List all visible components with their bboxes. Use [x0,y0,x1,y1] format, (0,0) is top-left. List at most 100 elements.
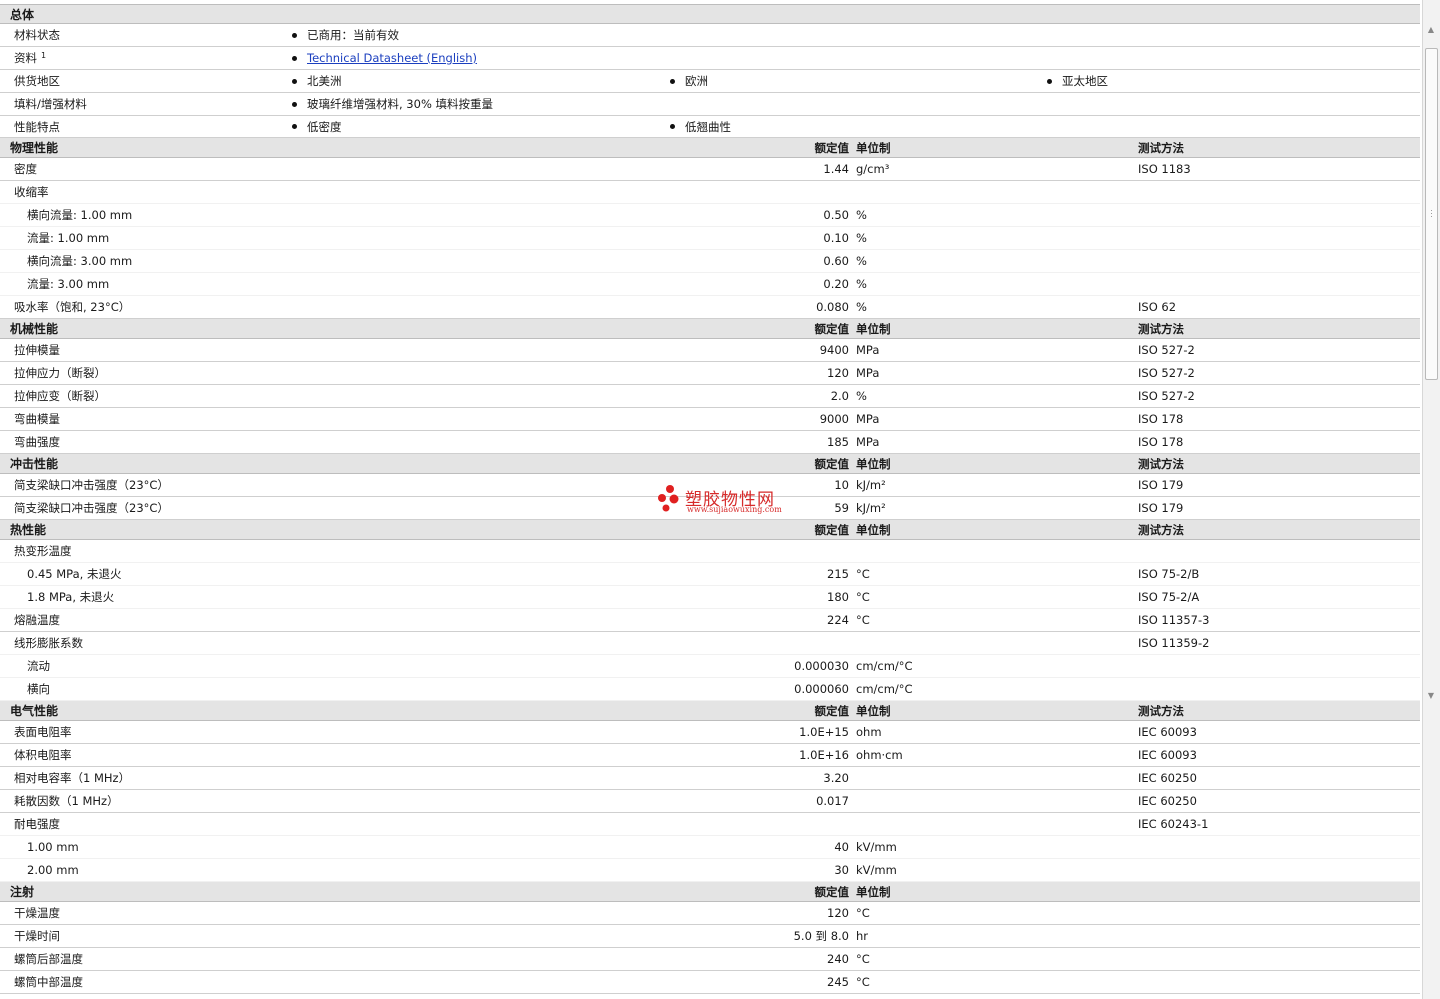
property-label: 表面电阻率 [14,725,72,739]
table-row: 干燥温度 120 °C [0,902,1420,925]
property-label: 熔融温度 [14,613,60,627]
column-header-unit: 单位制 [856,703,891,718]
table-row: 耗散因数（1 MHz） 0.017 IEC 60250 [0,790,1420,813]
section-header: 冲击性能 额定值 单位制 测试方法 [0,454,1420,474]
property-unit: % [856,389,867,403]
property-value: 180 [827,590,849,604]
property-label: 横向 [27,682,50,696]
property-value: 40 [834,840,849,854]
feature-value: 低翘曲性 [685,119,731,134]
column-header-unit: 单位制 [856,522,891,537]
row-features: 性能特点 低密度 低翘曲性 [0,116,1420,138]
table-row: 相对电容率（1 MHz） 3.20 IEC 60250 [0,767,1420,790]
technical-datasheet-link[interactable]: Technical Datasheet (English) [307,51,477,65]
table-row: 弯曲模量 9000 MPa ISO 178 [0,408,1420,431]
test-method: IEC 60093 [1138,725,1197,739]
test-method: ISO 11359-2 [1138,636,1210,650]
scroll-up-arrow-icon[interactable]: ▲ [1427,26,1435,34]
test-method: IEC 60250 [1138,794,1197,808]
property-unit: °C [856,906,870,920]
scroll-down-arrow-icon[interactable]: ▼ [1427,692,1435,700]
scrollbar-thumb[interactable] [1425,48,1438,380]
column-header-test: 测试方法 [1138,703,1184,718]
property-unit: °C [856,952,870,966]
test-method: ISO 75-2/A [1138,590,1200,604]
test-method: ISO 178 [1138,412,1184,426]
row-label: 供货地区 [14,74,60,88]
test-method: ISO 1183 [1138,162,1191,176]
section-header: 注射 额定值 单位制 [0,882,1420,902]
filler-value: 玻璃纤维增强材料, 30% 填料按重量 [307,97,494,111]
property-value: 224 [827,613,849,627]
test-method: IEC 60250 [1138,771,1197,785]
section-header: 热性能 额定值 单位制 测试方法 [0,520,1420,540]
test-method: ISO 179 [1138,501,1184,515]
property-unit: kJ/m² [856,501,886,515]
table-row: 螺筒后部温度 240 °C [0,948,1420,971]
property-unit: % [856,300,867,314]
property-label: 耐电强度 [14,817,60,831]
section-header: 机械性能 额定值 单位制 测试方法 [0,319,1420,339]
bullet-icon [292,55,297,61]
table-row: 拉伸应变（断裂） 2.0% ISO 527-2 [0,385,1420,408]
test-method: ISO 11357-3 [1138,613,1210,627]
bullet-item: Technical Datasheet (English) [292,47,477,69]
table-row: 1.00 mm 40 kV/mm [0,836,1420,859]
property-unit: MPa [856,366,880,380]
property-label: 密度 [14,162,37,176]
column-header-test: 测试方法 [1138,456,1184,471]
property-unit: kV/mm [856,863,897,877]
property-value: 1.44 [823,162,849,176]
table-row: 体积电阻率 1.0E+16 ohm·cm IEC 60093 [0,744,1420,767]
bullet-item: 低翘曲性 [670,116,731,137]
section-title: 总体 [10,7,35,22]
property-label: 拉伸应变（断裂） [14,389,106,403]
property-label: 体积电阻率 [14,748,72,762]
table-row: 流动 0.000030 cm/cm/°C [0,655,1420,678]
property-value: 0.10 [823,231,849,245]
watermark: 塑胶物性网 www.sujiaowuxing.com [657,484,787,518]
property-label: 1.8 MPa, 未退火 [27,590,115,604]
column-header-value: 额定值 [814,140,850,155]
property-label: 弯曲模量 [14,412,60,426]
table-row: 螺筒中部温度 245 °C [0,971,1420,994]
region-value: 北美洲 [307,74,342,88]
bullet-item: 北美洲 [292,70,342,92]
property-unit: cm/cm/°C [856,682,913,696]
test-method: ISO 75-2/B [1138,567,1200,581]
property-unit: °C [856,975,870,989]
property-label: 流量: 3.00 mm [27,277,110,291]
test-method: ISO 527-2 [1138,366,1195,380]
section-title: 冲击性能 [10,457,59,471]
column-header-value: 额定值 [814,456,850,471]
thumb-grip [1431,213,1432,214]
property-value: 2.0 [830,389,849,403]
property-value: 1.0E+16 [799,748,849,762]
property-value: 245 [827,975,849,989]
property-unit: hr [856,929,869,943]
test-method: IEC 60093 [1138,748,1197,762]
vertical-scrollbar[interactable]: ▲ ▼ [1422,0,1440,999]
table-row: 流量: 3.00 mm 0.20% [0,273,1420,296]
feature-value: 低密度 [307,119,342,134]
property-unit: kJ/m² [856,478,886,492]
property-label: 流量: 1.00 mm [27,231,110,245]
property-value: 120 [827,366,849,380]
property-value: 0.017 [816,794,849,808]
test-method: ISO 62 [1138,300,1177,314]
property-value: 0.50 [823,208,849,222]
property-label: 耗散因数（1 MHz） [14,794,119,808]
region-value: 欧洲 [685,74,708,88]
column-header-unit: 单位制 [856,140,891,155]
region-value: 亚太地区 [1062,74,1108,88]
test-method: ISO 179 [1138,478,1184,492]
property-unit: kV/mm [856,840,897,854]
property-label: 干燥温度 [14,906,60,920]
property-label: 0.45 MPa, 未退火 [27,567,122,581]
table-row: 0.45 MPa, 未退火 215 °C ISO 75-2/B [0,563,1420,586]
table-row: 干燥时间 5.0 到 8.0 hr [0,925,1420,948]
documents-label: 资料 [14,51,37,65]
property-unit: % [856,254,867,268]
table-row: 耐电强度 IEC 60243-1 [0,813,1420,836]
property-label: 相对电容率（1 MHz） [14,771,131,785]
